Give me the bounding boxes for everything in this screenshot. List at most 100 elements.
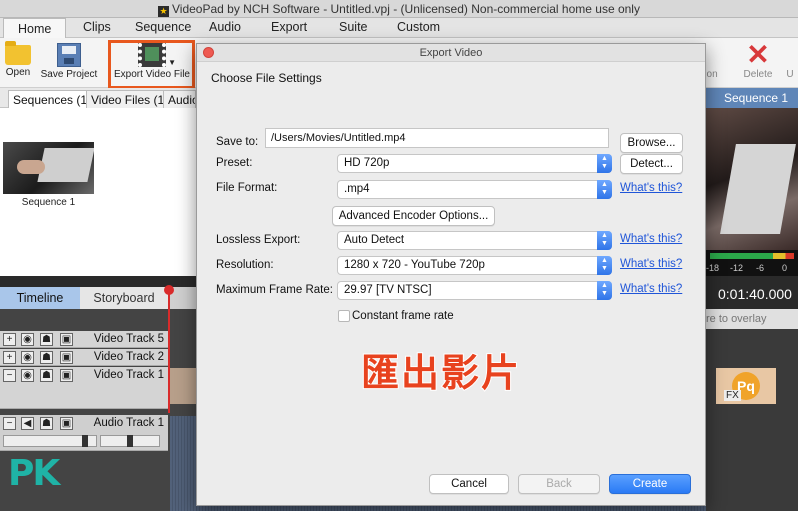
select-arrows-icon: ▲ ▼ (597, 281, 612, 300)
playhead-line (168, 287, 170, 413)
constant-frame-rate-label: Constant frame rate (352, 310, 454, 322)
window-title: ★ VideoPad by NCH Software - Untitled.vpj… (158, 2, 640, 17)
export-caption-annotation: 匯出影片 (360, 350, 522, 396)
collapse-icon[interactable]: − (3, 369, 16, 382)
group-icon[interactable]: ☗ (40, 351, 53, 364)
delete-x-icon: ✕ (746, 39, 770, 70)
select-arrows-icon: ▲ ▼ (597, 154, 612, 173)
track-name: Video Track 1 (93, 369, 164, 381)
volume-slider[interactable] (3, 435, 97, 447)
save-to-label: Save to: (216, 136, 259, 148)
detect-button[interactable]: Detect... (620, 154, 683, 174)
track-name: Video Track 5 (93, 333, 164, 345)
file-format-label: File Format: (216, 182, 278, 194)
file-format-select[interactable]: .mp4 ▲ ▼ (337, 180, 612, 199)
resolution-select[interactable]: 1280 x 720 - YouTube 720p ▲ ▼ (337, 256, 612, 275)
cancel-button[interactable]: Cancel (429, 474, 509, 494)
save-disk-icon (57, 43, 81, 67)
lossless-help-link[interactable]: What's this? (620, 233, 682, 245)
fx-tag[interactable]: FX (724, 390, 741, 401)
select-arrows-icon: ▲ ▼ (597, 180, 612, 199)
save-to-input[interactable]: /Users/Movies/Untitled.mp4 (265, 128, 609, 148)
speaker-icon[interactable]: ◀ (21, 417, 34, 430)
vu-label: 0 (782, 263, 788, 273)
preset-label: Preset: (216, 157, 253, 169)
sequence-preview (706, 108, 798, 250)
sequence-thumbnail[interactable] (3, 142, 94, 194)
vu-label: -18 (706, 263, 720, 273)
lossless-export-select[interactable]: Auto Detect ▲ ▼ (337, 231, 612, 250)
tab-export[interactable]: Export (271, 20, 307, 34)
lossless-export-label: Lossless Export: (216, 234, 301, 246)
tab-video-files[interactable]: Video Files (1) (86, 90, 174, 108)
constant-frame-rate-checkbox[interactable] (338, 310, 350, 322)
lock-icon[interactable]: ▣ (60, 369, 73, 382)
create-button[interactable]: Create (609, 474, 691, 494)
save-project-button[interactable]: Save Project (40, 40, 98, 80)
tab-clips[interactable]: Clips (83, 20, 111, 34)
pk-watermark-logo: PK (8, 453, 60, 494)
folder-icon (5, 41, 31, 65)
preset-select[interactable]: HD 720p ▲ ▼ (337, 154, 612, 173)
tab-audio-files[interactable]: Audio (163, 90, 196, 108)
track-row: + ◉ ☗ ▣ Video Track 2 (0, 349, 168, 366)
delete-button[interactable]: ✕ Delete (742, 39, 774, 81)
dialog-titlebar: Export Video (197, 44, 705, 62)
group-icon[interactable]: ☗ (40, 333, 53, 346)
lock-icon[interactable]: ▣ (60, 417, 73, 430)
resolution-label: Resolution: (216, 259, 274, 271)
tab-timeline[interactable]: Timeline (0, 287, 80, 309)
resolution-help-link[interactable]: What's this? (620, 258, 682, 270)
track-name: Video Track 2 (93, 351, 164, 363)
frame-rate-select[interactable]: 29.97 [TV NTSC] ▲ ▼ (337, 281, 612, 300)
track-row: − ◀ ☗ ▣ Audio Track 1 (0, 415, 168, 451)
frame-rate-label: Maximum Frame Rate: (216, 284, 333, 296)
menu-tabs: Home Clips Sequence Audio Export Suite C… (0, 18, 798, 39)
vu-label: -12 (730, 263, 744, 273)
overlay-hint: re to overlay (706, 309, 798, 329)
timeline-area (706, 329, 798, 511)
select-arrows-icon: ▲ ▼ (597, 231, 612, 250)
group-icon[interactable]: ☗ (40, 369, 53, 382)
frame-rate-help-link[interactable]: What's this? (620, 283, 682, 295)
tab-storyboard[interactable]: Storyboard (80, 287, 168, 309)
expand-icon[interactable]: + (3, 351, 16, 364)
preview-time: 0:01:40.000 (718, 286, 792, 302)
tab-sequences[interactable]: Sequences (1) (8, 90, 97, 108)
video-clip[interactable] (168, 368, 196, 404)
track-name: Audio Track 1 (93, 417, 164, 429)
eye-icon[interactable]: ◉ (21, 351, 34, 364)
tab-home[interactable]: Home (3, 18, 67, 39)
file-format-help-link[interactable]: What's this? (620, 182, 682, 194)
eye-icon[interactable]: ◉ (21, 333, 34, 346)
track-row: + ◉ ☗ ▣ Video Track 5 (0, 331, 168, 348)
videopad-logo-icon: ★ (158, 6, 169, 17)
tab-suite[interactable]: Suite (339, 20, 368, 34)
lock-icon[interactable]: ▣ (60, 351, 73, 364)
collapse-icon[interactable]: − (3, 417, 16, 430)
lock-icon[interactable]: ▣ (60, 333, 73, 346)
open-button[interactable]: Open (4, 40, 32, 78)
ribbon-partial-button[interactable]: ion (704, 40, 718, 80)
pan-slider[interactable] (100, 435, 160, 447)
back-button[interactable]: Back (518, 474, 600, 494)
window-titlebar: ★ VideoPad by NCH Software - Untitled.vpj… (0, 0, 798, 18)
tab-custom[interactable]: Custom (397, 20, 440, 34)
preview-header: Sequence 1 (706, 88, 798, 108)
group-icon[interactable]: ☗ (40, 417, 53, 430)
dialog-title: Export Video (419, 47, 483, 59)
track-row: − ◉ ☗ ▣ Video Track 1 (0, 367, 168, 409)
export-video-dialog: Export Video Choose File Settings Save t… (196, 43, 706, 506)
select-arrows-icon: ▲ ▼ (597, 256, 612, 275)
ribbon-edge-button[interactable]: U (784, 40, 796, 80)
audio-level-meter: -18 -12 -6 0 (706, 250, 798, 276)
expand-icon[interactable]: + (3, 333, 16, 346)
eye-icon[interactable]: ◉ (21, 369, 34, 382)
browse-button[interactable]: Browse... (620, 133, 683, 153)
dialog-heading: Choose File Settings (211, 71, 322, 85)
tab-audio[interactable]: Audio (209, 20, 241, 34)
bin-tabs: Sequences (1) Video Files (1) Audio (0, 88, 196, 108)
tab-sequence[interactable]: Sequence (135, 20, 191, 34)
advanced-encoder-options-button[interactable]: Advanced Encoder Options... (332, 206, 495, 226)
vu-label: -6 (756, 263, 765, 273)
